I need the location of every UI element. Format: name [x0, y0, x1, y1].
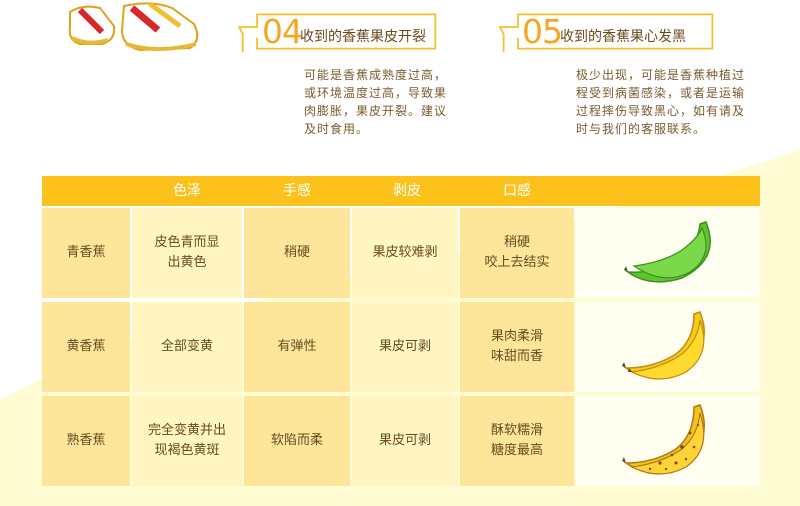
banana-image-cell — [576, 208, 760, 298]
row-name: 黄香蕉 — [42, 302, 130, 392]
cell-peel: 果皮可剥 — [352, 396, 458, 486]
cell-feel: 稍硬 — [244, 208, 350, 298]
ripe-banana-icon — [622, 404, 706, 475]
header-taste: 口感 — [503, 183, 531, 199]
cell-taste: 稍硬 咬上去结实 — [460, 208, 574, 298]
tip-04: 04 收到的香蕉果皮开裂 可能是香蕉成熟度过高， 或环境温度过高，导致果 肉膨胀… — [228, 0, 458, 150]
tip-body: 极少出现，可能是香蕉种植过 程受到病菌感染，或者是运输 过程摔伤导致黑心，如有请… — [576, 68, 746, 136]
header-color: 色泽 — [173, 183, 201, 199]
cell-taste: 酥软糯滑 糖度最高 — [460, 396, 574, 486]
table-header: 色泽 手感 剥皮 口感 — [42, 176, 760, 206]
header-peel: 剥皮 — [393, 183, 421, 199]
cell-color: 皮色青而显 出黄色 — [132, 208, 242, 298]
row-name: 熟香蕉 — [42, 396, 130, 486]
tip-number: 05 — [522, 12, 563, 51]
cell-feel: 有弹性 — [244, 302, 350, 392]
cell-color: 完全变黄并出 现褐色黄斑 — [132, 396, 242, 486]
tip-number: 04 — [262, 12, 303, 51]
tip-title: 收到的香蕉果皮开裂 — [300, 29, 426, 45]
table-row: 黄香蕉 全部变黄 有弹性 果皮可剥 果肉柔滑 味甜而香 — [42, 302, 760, 392]
cell-peel: 果皮较难剥 — [352, 208, 458, 298]
header-feel: 手感 — [283, 183, 311, 199]
yellow-banana-icon — [622, 311, 706, 380]
cell-taste: 果肉柔滑 味甜而香 — [460, 302, 574, 392]
green-banana-icon — [624, 221, 711, 283]
banana-image-cell — [576, 302, 760, 392]
tip-title: 收到的香蕉果心发黑 — [560, 29, 686, 45]
table-row: 熟香蕉 完全变黄并出 现褐色黄斑 软陷而柔 果皮可剥 酥软糯滑 糖度最高 — [42, 396, 760, 486]
tip-05: 05 收到的香蕉果心发黑 极少出现，可能是香蕉种植过 程受到病菌感染，或者是运输… — [488, 0, 768, 150]
cell-feel: 软陷而柔 — [244, 396, 350, 486]
table-row: 青香蕉 皮色青而显 出黄色 稍硬 果皮较难剥 稍硬 咬上去结实 — [42, 208, 760, 298]
tip-body: 可能是香蕉成熟度过高， 或环境温度过高，导致果 肉膨胀，果皮开裂。建议 及时食用… — [304, 68, 448, 136]
cell-color: 全部变黄 — [132, 302, 242, 392]
row-name: 青香蕉 — [42, 208, 130, 298]
sneakers-illustration — [68, 1, 199, 52]
banana-image-cell — [576, 396, 760, 486]
cell-peel: 果皮可剥 — [352, 302, 458, 392]
